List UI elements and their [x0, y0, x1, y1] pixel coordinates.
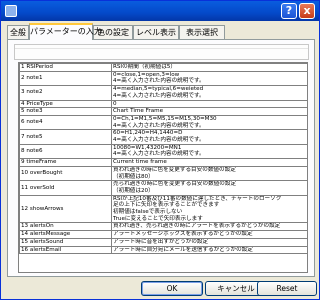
- parameter-row[interactable]: 7 note5 60=H1,240=H4,1440=D 4=高く入力された内容の説明…: [19, 129, 307, 145]
- parameter-name: 14 alertsMessage: [19, 230, 112, 239]
- parameter-row[interactable]: 3 note2 4=median,5=typical,6=weieted 4=高く入…: [19, 85, 307, 101]
- parameter-value-line: Current time frame: [113, 159, 167, 166]
- parameter-value-line: 4=高く入力された内容の説明です。: [113, 137, 205, 144]
- parameter-row[interactable]: 2 note1 0=close,1=open,3=low 4=高く入力された内容の説…: [19, 70, 307, 87]
- parameter-value-line: アラート時に自分宛にメールを送信するかどうかの設定: [113, 246, 253, 253]
- parameter-name: 9 timeFrame: [19, 158, 112, 167]
- parameter-value-line: （初期値は80）: [113, 173, 154, 180]
- parameter-value-line: RSIの期間（初期値は5）: [113, 64, 176, 70]
- parameter-value-line: 4=median,5=typical,6=weieted: [113, 86, 204, 93]
- help-button[interactable]: ?: [281, 3, 297, 19]
- parameter-value-line: アラート時に音を出すかどうかの設定: [113, 238, 209, 245]
- parameter-name: 3 note2: [19, 85, 112, 101]
- parameter-value-line: Chart Time Frame: [113, 108, 164, 115]
- parameter-value[interactable]: Current time frame: [111, 158, 307, 167]
- parameter-value[interactable]: Chart Time Frame: [111, 107, 307, 116]
- panel-frame: [14, 44, 309, 60]
- parameter-row[interactable]: 9 timeFrame Current time frame: [19, 158, 307, 167]
- parameter-row[interactable]: 8 note6 10080=W1,43200=MN1 4=高く入力された内容の説明で…: [19, 143, 307, 160]
- app-icon: [5, 5, 17, 17]
- parameter-name: 5 note3: [19, 107, 112, 116]
- parameter-name: 13 alertsOn: [19, 222, 112, 232]
- parameter-row[interactable]: 1 RSIPeriod RSIの期間（初期値は5）: [19, 63, 307, 72]
- tab-strip: 全般 パラメーターの入力 色の設定 レベル表示 表示選択: [7, 23, 315, 40]
- parameters-panel: 1 RSIPeriod RSIの期間（初期値は5） 2 note1 0=close,1…: [7, 39, 315, 277]
- parameter-value-line: 買われ過ぎの時に色を変更する目安の数値の設定: [113, 166, 236, 173]
- close-button[interactable]: x: [299, 3, 315, 19]
- properties-dialog: ? x 全般 パラメーターの入力 色の設定 レベル表示 表示選択 1 RSIPe…: [0, 0, 320, 300]
- parameter-name: 11 overSold: [19, 180, 112, 196]
- parameter-name: 16 alertsEmail: [19, 245, 112, 255]
- parameter-name: 2 note1: [19, 70, 112, 87]
- parameter-value[interactable]: 0: [111, 99, 307, 109]
- parameter-value[interactable]: 0=Ch,1=M1,5=M5,15=M15,30=M30 4=高く入力された内容の…: [111, 114, 307, 131]
- parameter-row[interactable]: 15 alertsSound アラート時に音を出すかどうかの設定: [19, 237, 307, 247]
- ok-button[interactable]: OK: [141, 281, 203, 296]
- parameter-row[interactable]: 5 note3 Chart Time Frame: [19, 107, 307, 116]
- parameter-name: 4 PriceType: [19, 99, 112, 109]
- parameter-name: 1 RSIPeriod: [19, 63, 112, 72]
- tab-general[interactable]: 全般: [7, 25, 29, 39]
- parameter-value[interactable]: アラート時に自分宛にメールを送信するかどうかの設定: [111, 245, 307, 255]
- parameter-row[interactable]: 12 showArrows RSIが上記10番及び11番の数値に達したとき、チャー…: [19, 194, 307, 224]
- tab-visualization[interactable]: 表示選択: [179, 25, 225, 39]
- parameter-name: 6 note4: [19, 114, 112, 131]
- parameter-row[interactable]: 14 alertsMessage アラートメッセージボックスを表示するかどうかの設…: [19, 230, 307, 239]
- parameter-name: 12 showArrows: [19, 194, 112, 224]
- parameter-value[interactable]: 4=median,5=typical,6=weieted 4=高く入力された内容の…: [111, 85, 307, 101]
- parameter-row[interactable]: 10 overBought 買われ過ぎの時に色を変更する目安の数値の設定 （初期値は…: [19, 165, 307, 182]
- parameter-value-line: 4=高く入力された内容の説明です。: [113, 78, 205, 85]
- parameter-value[interactable]: 0=close,1=open,3=low 4=高く入力された内容の説明です。: [111, 70, 307, 87]
- parameter-value[interactable]: 60=H1,240=H4,1440=D 4=高く入力された内容の説明です。: [111, 129, 307, 145]
- parameter-row[interactable]: 4 PriceType 0: [19, 99, 307, 109]
- parameter-value[interactable]: 10080=W1,43200=MN1 4=高く入力された内容の説明です。: [111, 143, 307, 160]
- parameter-value-line: アラートメッセージボックスを表示するかどうかの設定: [113, 231, 253, 238]
- parameter-value-line: Trueに変えることで矢印表示します: [113, 215, 203, 222]
- parameter-value[interactable]: RSIの期間（初期値は5）: [111, 63, 307, 72]
- parameter-value-line: 0=Ch,1=M1,5=M5,15=M15,30=M30: [113, 115, 217, 122]
- parameter-value-line: 売られ過ぎの時に色を変更する目安の数値の設定: [113, 181, 237, 188]
- parameter-name: 7 note5: [19, 129, 112, 145]
- parameter-value-line: 4=高く入力された内容の説明です。: [113, 92, 205, 99]
- parameter-value[interactable]: RSIが上記10番及び11番の数値に達したとき、チャートのローソク 足の上下に矢印…: [111, 194, 307, 224]
- parameter-value[interactable]: 買われ過ぎ、売られ過ぎの時にアラートを表示するかどうかの設定: [111, 222, 307, 232]
- parameter-value-line: 4=高く入力された内容の説明です。: [113, 122, 205, 129]
- parameter-row[interactable]: 13 alertsOn 買われ過ぎ、売られ過ぎの時にアラートを表示するかどうかの設…: [19, 222, 307, 232]
- parameter-name: 15 alertsSound: [19, 237, 112, 247]
- parameter-name: 10 overBought: [19, 165, 112, 182]
- reset-button[interactable]: Reset: [257, 281, 317, 296]
- parameter-row[interactable]: 6 note4 0=Ch,1=M1,5=M5,15=M15,30=M30 4=高く入…: [19, 114, 307, 131]
- parameter-value-line: （初期値は20）: [113, 187, 154, 194]
- parameter-row[interactable]: 16 alertsEmail アラート時に自分宛にメールを送信するかどうかの設定: [19, 245, 307, 255]
- parameter-value[interactable]: 買われ過ぎの時に色を変更する目安の数値の設定 （初期値は80）: [111, 165, 307, 182]
- parameters-grid: 1 RSIPeriod RSIの期間（初期値は5） 2 note1 0=close,1…: [18, 62, 308, 273]
- parameter-value[interactable]: アラートメッセージボックスを表示するかどうかの設定: [111, 230, 307, 239]
- parameters-table: 1 RSIPeriod RSIの期間（初期値は5） 2 note1 0=close,1…: [19, 63, 307, 255]
- parameter-value[interactable]: アラート時に音を出すかどうかの設定: [111, 237, 307, 247]
- parameter-value-line: 初期値はfalseで表示しない: [113, 209, 183, 216]
- parameter-value[interactable]: 売られ過ぎの時に色を変更する目安の数値の設定 （初期値は20）: [111, 180, 307, 196]
- tab-parameters[interactable]: パラメーターの入力: [29, 23, 102, 40]
- title-bar[interactable]: ? x: [1, 1, 319, 21]
- parameter-name: 8 note6: [19, 143, 112, 160]
- parameter-value-line: 買われ過ぎ、売られ過ぎの時にアラートを表示するかどうかの設定: [113, 223, 281, 230]
- parameter-value-line: 0: [113, 100, 117, 107]
- tab-levels[interactable]: レベル表示: [133, 25, 179, 39]
- parameter-value-line: 4=高く入力された内容の説明です。: [113, 151, 205, 158]
- parameter-row[interactable]: 11 overSold 売られ過ぎの時に色を変更する目安の数値の設定 （初期値は20…: [19, 180, 307, 196]
